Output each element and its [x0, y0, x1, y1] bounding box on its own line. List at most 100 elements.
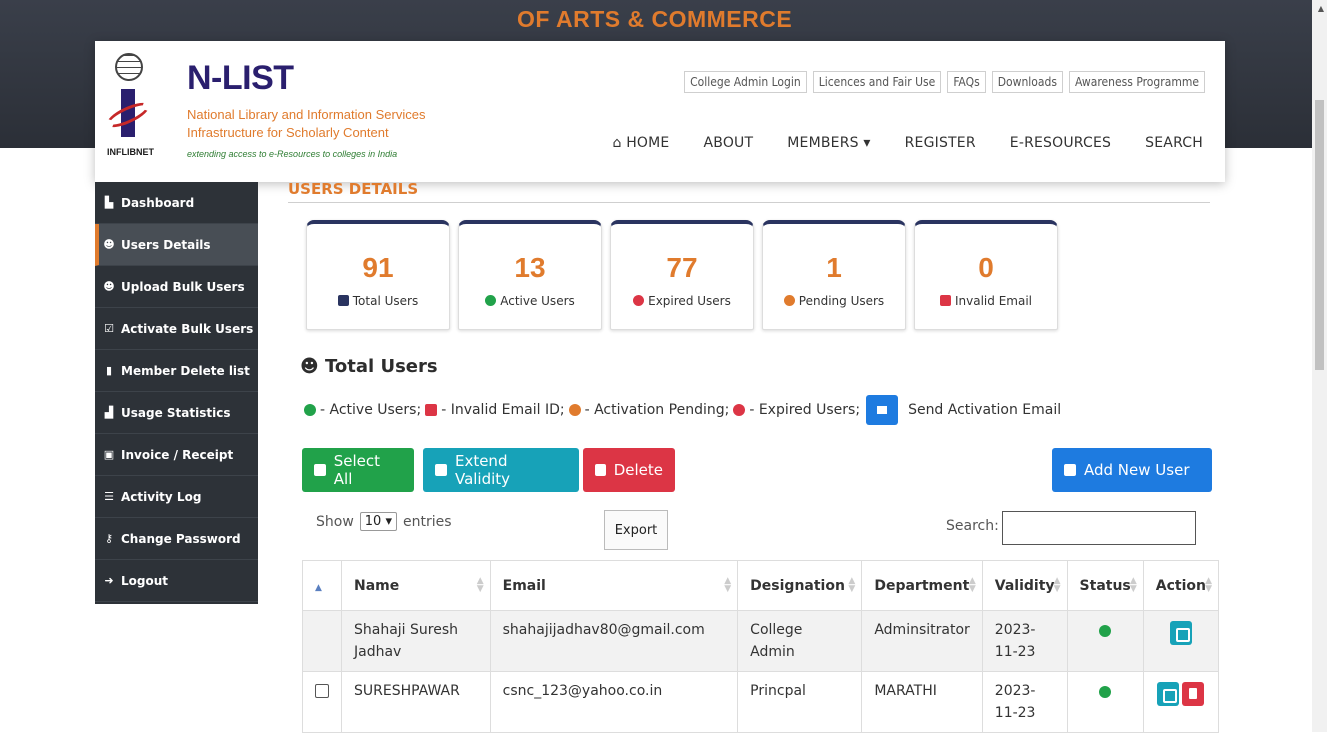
stat-card-pending-users[interactable]: 1 Pending Users [762, 220, 906, 330]
stat-card-total-users[interactable]: 91 Total Users [306, 220, 450, 330]
globe-icon [115, 53, 143, 81]
college-name-banner: OF ARTS & COMMERCE [517, 6, 793, 32]
page-title: USERS DETAILS [288, 180, 1210, 203]
cell-validity: 2023-11-23 [981, 671, 1068, 733]
check-circle-icon [485, 295, 497, 306]
search-input[interactable] [1002, 511, 1196, 545]
sort-icon: ▲ ▼ [968, 576, 976, 594]
cell-name: SURESHPAWAR [341, 671, 491, 733]
add-user-icon [1064, 464, 1076, 476]
column-header-status[interactable]: Status ▲ ▼ [1066, 560, 1144, 611]
status-legend: - Active Users; - Invalid Email ID; - Ac… [300, 395, 1061, 425]
nav-about[interactable]: ABOUT [703, 135, 753, 151]
sort-icon: ▲ ▼ [724, 576, 732, 594]
table-row: SURESHPAWAR csnc_123@yahoo.co.in Princpa… [302, 671, 1220, 733]
sidebar-item-upload-bulk-users[interactable]: ☻ Upload Bulk Users [95, 266, 258, 308]
list-icon: ☰ [104, 489, 114, 503]
cell-action [1142, 610, 1220, 672]
add-new-user-button[interactable]: Add New User [1052, 448, 1212, 492]
stat-card-active-users[interactable]: 13 Active Users [458, 220, 602, 330]
stat-value: 13 [514, 252, 546, 283]
invalid-email-icon [940, 295, 951, 306]
column-header-validity[interactable]: Validity ▲ ▼ [981, 560, 1068, 611]
column-header-designation[interactable]: Designation ▲ ▼ [737, 560, 863, 611]
scroll-up-arrow-icon[interactable]: ▲ [1318, 4, 1324, 13]
edit-icon[interactable] [1157, 682, 1180, 706]
scroll-thumb[interactable] [1315, 100, 1324, 370]
nav-register[interactable]: REGISTER [905, 135, 976, 151]
inflibnet-logo[interactable]: INFLIBNET [103, 53, 169, 161]
sort-icon: ▲ ▼ [1053, 576, 1061, 594]
upload-users-icon: ☻ [103, 279, 115, 293]
brand-subtitle-1: National Library and Information Service… [187, 107, 426, 122]
column-header-email[interactable]: Email ▲ ▼ [489, 560, 739, 611]
sidebar-item-invoice-receipt[interactable]: ▣ Invoice / Receipt [95, 434, 258, 476]
link-faqs[interactable]: FAQs [947, 71, 986, 93]
row-checkbox[interactable] [315, 684, 329, 698]
users-icon: ☻ [103, 237, 115, 251]
link-licences[interactable]: Licences and Fair Use [812, 71, 942, 93]
cell-status [1066, 610, 1144, 672]
cell-action [1142, 671, 1220, 733]
users-table: ▲ Name ▲ ▼ Email ▲ ▼ Designation ▲ ▼ Departmen… [302, 560, 1220, 733]
sidebar-item-dashboard[interactable]: ▙ Dashboard [95, 182, 258, 224]
column-header-select[interactable]: ▲ [302, 560, 342, 611]
sidebar-item-logout[interactable]: ➜ Logout [95, 560, 258, 602]
nav-e-resources[interactable]: E-RESOURCES [1010, 135, 1111, 151]
sidebar: ▙ Dashboard ☻ Users Details ☻ Upload Bulk U… [95, 182, 258, 604]
delete-icon[interactable] [1182, 682, 1205, 706]
nav-members[interactable]: MEMBERS ▾ [787, 135, 870, 151]
main-content: USERS DETAILS 91 Total Users 13 Active U… [288, 180, 1220, 733]
link-awareness-programme[interactable]: Awareness Programme [1069, 71, 1205, 93]
stat-value: 91 [362, 252, 394, 283]
invalid-email-icon [425, 404, 438, 416]
delete-button[interactable]: Delete [583, 448, 675, 492]
edit-icon[interactable] [1169, 621, 1192, 645]
column-header-action[interactable]: Action ▲ ▼ [1142, 560, 1220, 611]
link-college-admin-login[interactable]: College Admin Login [684, 71, 807, 93]
main-nav: ⌂ HOME ABOUT MEMBERS ▾ REGISTER E-RESOUR… [612, 135, 1203, 151]
dashboard-icon: ▙ [104, 195, 114, 209]
entries-select[interactable]: 10 ▾ [359, 512, 397, 531]
page-scrollbar[interactable]: ▲ [1312, 0, 1327, 732]
sort-icon: ▲ ▼ [848, 576, 856, 594]
column-header-name[interactable]: Name ▲ ▼ [341, 560, 491, 611]
brand-name[interactable]: N-LIST [187, 59, 294, 98]
send-activation-email-icon [866, 395, 899, 425]
cell-status [1066, 671, 1144, 733]
cell-name: Shahaji Suresh Jadhav [341, 610, 491, 672]
stat-card-expired-users[interactable]: 77 Expired Users [610, 220, 754, 330]
sidebar-item-usage-statistics[interactable]: ▟ Usage Statistics [95, 392, 258, 434]
key-icon: ⚷ [104, 531, 114, 545]
select-all-button[interactable]: Select All [302, 448, 414, 492]
sidebar-item-member-delete-list[interactable]: ▮ Member Delete list [95, 350, 258, 392]
logo-text: INFLIBNET [107, 147, 154, 157]
column-header-department[interactable]: Department ▲ ▼ [861, 560, 983, 611]
extend-validity-button[interactable]: Extend Validity [423, 448, 579, 492]
sidebar-item-users-details[interactable]: ☻ Users Details [95, 224, 258, 266]
cell-designation: College Admin [737, 610, 863, 672]
square-icon [314, 464, 326, 476]
nav-home[interactable]: ⌂ HOME [612, 135, 669, 151]
stat-value: 1 [826, 252, 842, 283]
check-circle-icon [1099, 686, 1112, 698]
x-circle-icon [633, 295, 645, 306]
logout-icon: ➜ [104, 573, 114, 587]
users-icon: ☻ [300, 356, 326, 377]
export-button[interactable]: Export [604, 510, 668, 550]
check-circle-icon [1099, 625, 1112, 637]
table-header-row: ▲ Name ▲ ▼ Email ▲ ▼ Designation ▲ ▼ Departmen… [302, 560, 1220, 611]
sidebar-item-change-password[interactable]: ⚷ Change Password [95, 518, 258, 560]
sort-icon: ▲ ▼ [1129, 576, 1137, 594]
stat-card-invalid-email[interactable]: 0 Invalid Email [914, 220, 1058, 330]
link-downloads[interactable]: Downloads [991, 71, 1064, 93]
check-circle-icon [304, 404, 316, 416]
trash-icon: ▮ [105, 363, 113, 377]
nav-search[interactable]: SEARCH [1145, 135, 1203, 151]
row-select-cell [302, 671, 342, 733]
sidebar-item-activity-log[interactable]: ☰ Activity Log [95, 476, 258, 518]
sidebar-item-activate-bulk-users[interactable]: ☑ Activate Bulk Users [95, 308, 258, 350]
sort-icon: ▲ ▼ [1205, 576, 1212, 594]
cell-department: Adminsitrator [861, 610, 983, 672]
brand-subtitle-2: Infrastructure for Scholarly Content [187, 125, 389, 140]
